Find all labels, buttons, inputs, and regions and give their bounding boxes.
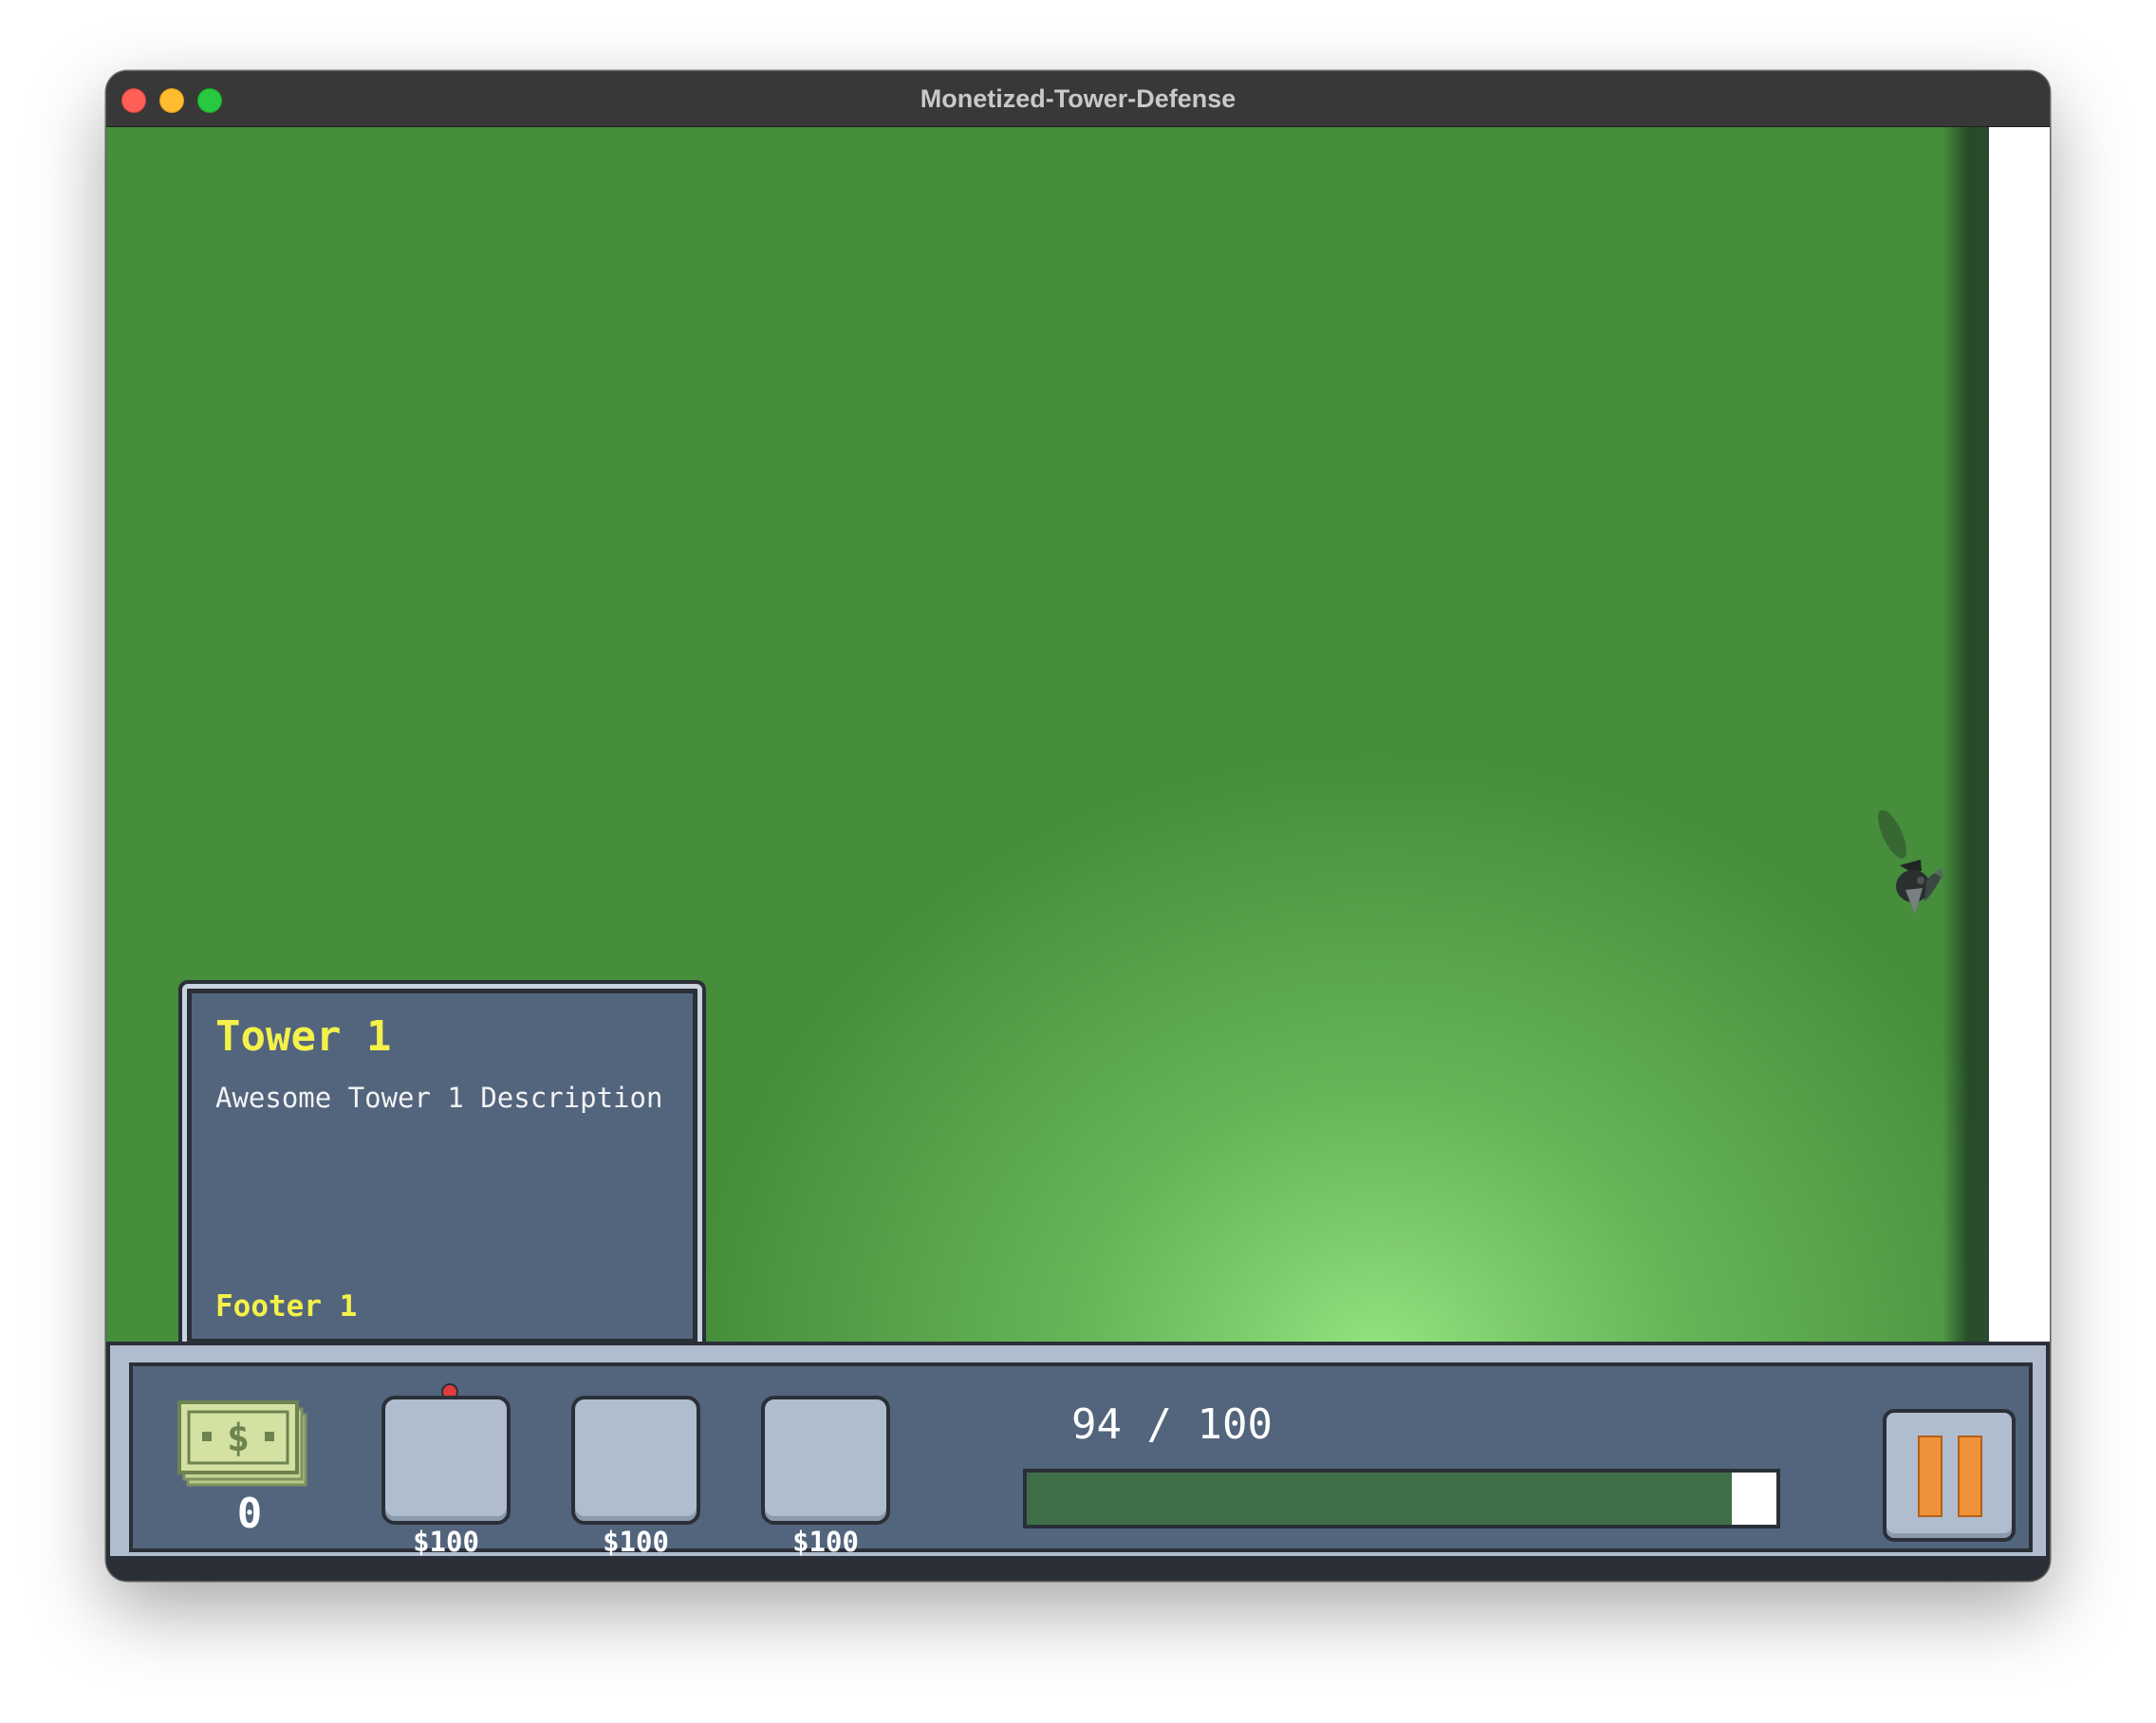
hud-frame: $ 0 $100 $100 $100 94 / 100 [110,1345,2046,1558]
tower-slot-3[interactable] [761,1396,890,1525]
tower-slot-1-price: $100 [413,1526,479,1558]
svg-text:$: $ [227,1417,250,1460]
tooltip-description: Awesome Tower 1 Description [215,1082,663,1114]
field-edge-shadow [1942,127,1989,1342]
tower-info-tooltip: Tower 1 Awesome Tower 1 Description Foot… [178,980,706,1352]
game-area: Tower 1 Awesome Tower 1 Description Foot… [106,127,2050,1581]
tower-slot-2[interactable] [571,1396,700,1525]
health-text: 94 / 100 [1071,1400,1273,1449]
app-window: Monetized-Tower-Defense Tower 1 Awesome … [106,71,2050,1581]
bottom-hud: $ 0 $100 $100 $100 94 / 100 [106,1342,2050,1581]
field-edge [1989,127,2050,1342]
tooltip-title: Tower 1 [215,1012,392,1061]
window-title: Monetized-Tower-Defense [920,84,1236,113]
cash-amount: 0 [236,1490,263,1538]
dollar-bill-stack-icon: $ [177,1400,307,1487]
pause-icon-right [1958,1436,1982,1517]
battlefield[interactable]: Tower 1 Awesome Tower 1 Description Foot… [106,127,2050,1352]
pause-icon [1918,1436,1942,1517]
tower-slot-3-price: $100 [792,1526,859,1558]
enemy-creature [1878,810,1943,915]
hud-panel: $ 0 $100 $100 $100 94 / 100 [129,1362,2033,1558]
tower-slot-2-price: $100 [603,1526,669,1558]
health-bar-fill [1027,1473,1732,1525]
pause-button[interactable] [1883,1409,2016,1542]
title-bar: Monetized-Tower-Defense [106,71,2050,127]
health-bar [1023,1469,1780,1528]
tooltip-footer: Footer 1 [215,1289,358,1324]
tower-slot-1[interactable] [381,1396,511,1525]
